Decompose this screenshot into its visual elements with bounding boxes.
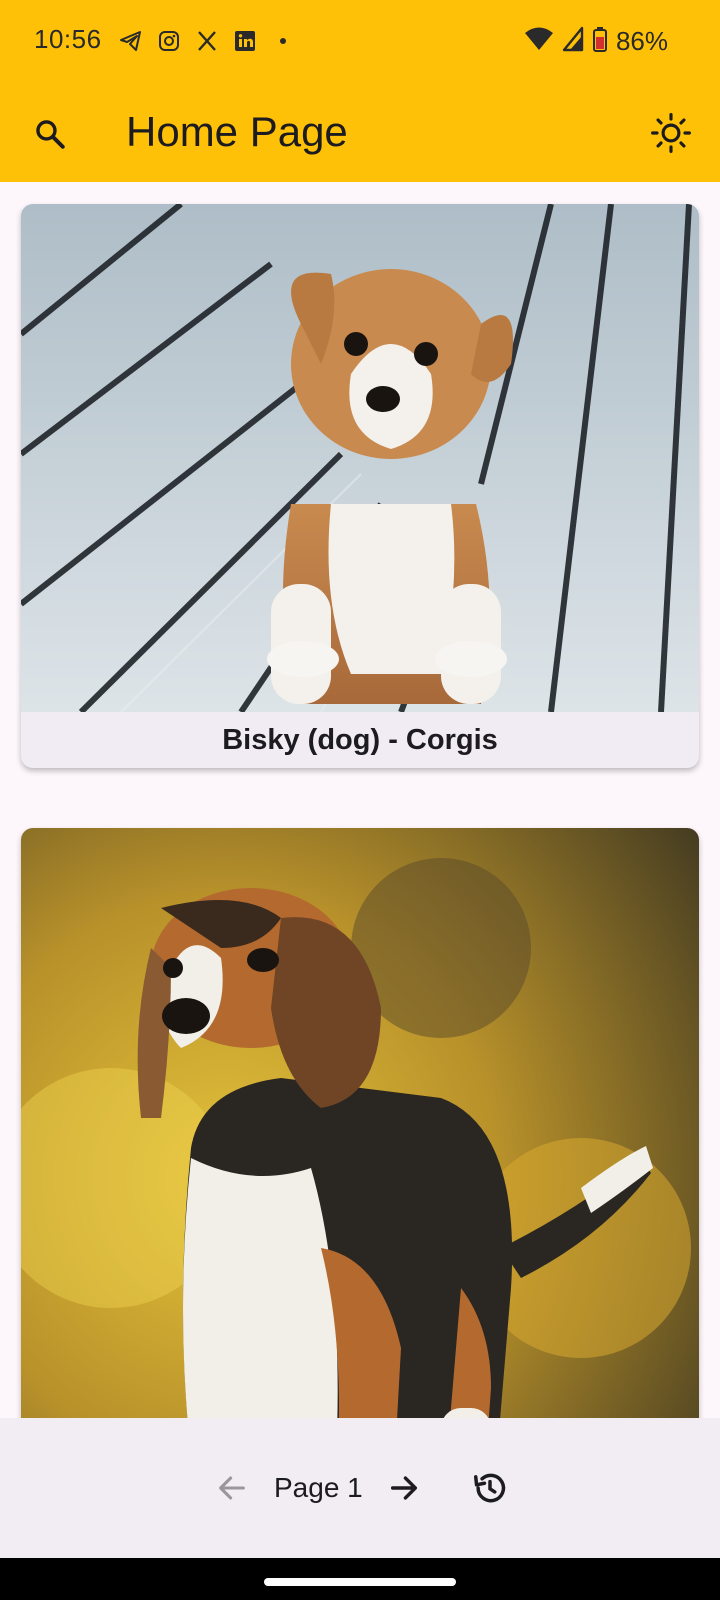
wifi-icon (524, 26, 554, 57)
battery-percent: 86% (615, 26, 668, 56)
home-gesture-handle[interactable] (264, 1578, 456, 1586)
corgi-photo (21, 204, 699, 712)
instagram-icon (156, 28, 182, 54)
linkedin-icon (232, 28, 258, 54)
system-nav-bar (0, 1558, 720, 1600)
arrow-left-icon[interactable] (212, 1468, 252, 1508)
history-icon[interactable] (468, 1466, 512, 1510)
notification-icons (118, 28, 296, 54)
status-bar: 10:56 86% (0, 0, 720, 86)
x-icon (194, 28, 220, 54)
app-bar: Home Page (0, 86, 720, 182)
signal-icon (562, 26, 584, 57)
dot-icon (270, 28, 296, 54)
pagination: Page 1 (0, 1418, 720, 1558)
page-title: Home Page (126, 108, 348, 155)
sun-icon[interactable] (646, 108, 696, 158)
card-caption: Bisky (dog) - Corgis (222, 723, 498, 756)
page-indicator: Page 1 (274, 1472, 363, 1503)
system-icons: 86% (524, 26, 668, 57)
search-icon[interactable] (28, 112, 72, 156)
telegram-icon (118, 28, 144, 54)
pet-card[interactable]: Bisky (dog) - Corgis (21, 204, 699, 768)
pet-card[interactable] (21, 828, 699, 1418)
bottom-bar: Page 1 (0, 1418, 720, 1558)
arrow-right-icon[interactable] (384, 1468, 424, 1508)
battery-icon (592, 26, 608, 57)
beagle-photo (21, 828, 699, 1418)
card-list[interactable]: Bisky (dog) - Corgis (0, 182, 720, 1418)
status-time: 10:56 (34, 24, 102, 54)
